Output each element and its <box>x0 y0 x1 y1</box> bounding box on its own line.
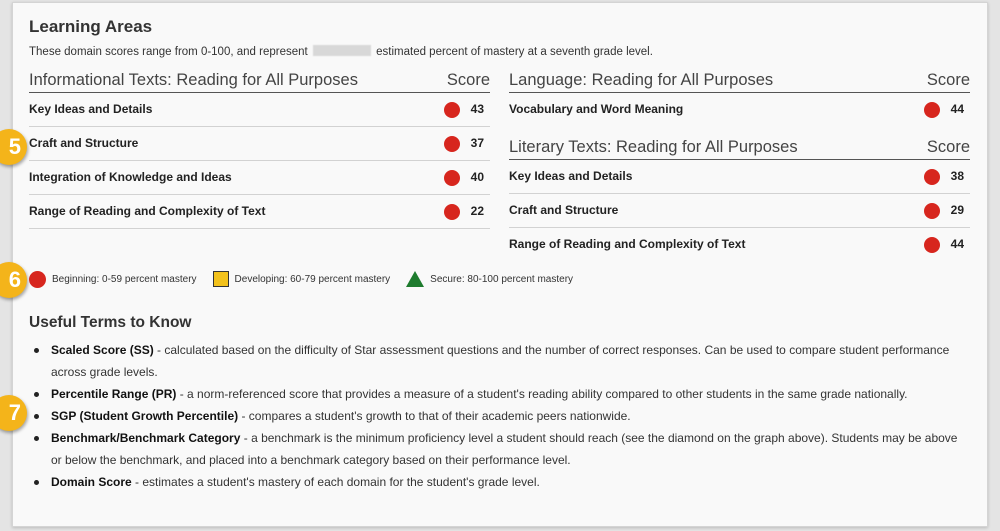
legend-label: Beginning: 0-59 percent mastery <box>52 273 197 285</box>
term-definition: - compares a student's growth to that of… <box>238 409 631 423</box>
intro-text-end: estimated percent of mastery at a sevent… <box>376 46 653 58</box>
mastery-legend: Beginning: 0-59 percent mastery Developi… <box>29 269 589 289</box>
table-row: Key Ideas and Details 43 <box>29 93 490 127</box>
domain-score: 40 <box>470 170 484 184</box>
table-header: Informational Texts: Reading for All Pur… <box>29 70 490 93</box>
term-definition: - calculated based on the difficulty of … <box>51 343 950 379</box>
legend-item-developing: Developing: 60-79 percent mastery <box>212 271 391 287</box>
legend-item-secure: Secure: 80-100 percent mastery <box>406 271 573 287</box>
beginning-status-icon <box>924 102 940 118</box>
callout-marker-5: 5 <box>0 129 27 165</box>
domain-label: Craft and Structure <box>509 203 619 217</box>
table-row: Craft and Structure 37 <box>29 127 490 161</box>
term-definition: - estimates a student's mastery of each … <box>131 475 540 489</box>
beginning-status-icon <box>444 204 460 220</box>
learning-areas-panel: 5 6 7 Learning Areas These domain scores… <box>0 2 988 527</box>
bullet-icon <box>34 414 39 419</box>
term-name: Scaled Score (SS) <box>51 343 154 357</box>
term-name: SGP (Student Growth Percentile) <box>51 409 239 423</box>
table-row: Craft and Structure 29 <box>509 194 970 228</box>
domain-label: Range of Reading and Complexity of Text <box>509 237 746 251</box>
table-row: Range of Reading and Complexity of Text … <box>509 228 970 261</box>
domain-label: Vocabulary and Word Meaning <box>509 102 684 116</box>
table-header: Language: Reading for All Purposes Score <box>509 70 970 93</box>
domain-score: 43 <box>470 102 484 116</box>
domain-score: 29 <box>950 203 964 217</box>
list-item: Scaled Score (SS) - calculated based on … <box>29 339 969 383</box>
list-item: Benchmark/Benchmark Category - a benchma… <box>29 427 969 471</box>
literary-texts-table: Literary Texts: Reading for All Purposes… <box>509 137 970 261</box>
informational-texts-table: Informational Texts: Reading for All Pur… <box>29 70 490 229</box>
terms-list: Scaled Score (SS) - calculated based on … <box>29 339 969 493</box>
table-title: Language: Reading for All Purposes <box>509 71 774 89</box>
list-item: SGP (Student Growth Percentile) - compar… <box>29 405 969 427</box>
bullet-icon <box>34 436 39 441</box>
domain-label: Key Ideas and Details <box>509 169 633 183</box>
domain-score: 22 <box>470 204 484 218</box>
beginning-status-icon <box>444 136 460 152</box>
list-item: Percentile Range (PR) - a norm-reference… <box>29 383 969 405</box>
domain-score: 37 <box>470 136 484 150</box>
beginning-status-icon <box>924 169 940 185</box>
callout-marker-7: 7 <box>0 395 27 431</box>
domain-label: Range of Reading and Complexity of Text <box>29 204 266 218</box>
beginning-status-icon <box>924 237 940 253</box>
useful-terms-heading: Useful Terms to Know <box>29 314 192 331</box>
legend-label: Secure: 80-100 percent mastery <box>430 273 574 285</box>
intro-text-start: These domain scores range from 0-100, an… <box>29 46 308 58</box>
domain-label: Craft and Structure <box>29 136 139 150</box>
table-title: Informational Texts: Reading for All Pur… <box>29 71 358 89</box>
term-name: Benchmark/Benchmark Category <box>51 431 241 445</box>
legend-label: Developing: 60-79 percent mastery <box>234 273 391 285</box>
beginning-status-icon <box>444 170 460 186</box>
table-row: Integration of Knowledge and Ideas 40 <box>29 161 490 195</box>
domain-score: 44 <box>950 237 964 251</box>
learning-areas-heading: Learning Areas <box>29 17 153 36</box>
domain-label: Integration of Knowledge and Ideas <box>29 170 232 184</box>
redacted-name <box>312 45 371 56</box>
table-header: Literary Texts: Reading for All Purposes… <box>509 137 970 160</box>
domain-score: 44 <box>950 102 964 116</box>
yellow-square-icon <box>212 271 229 287</box>
score-header: Score <box>926 71 970 89</box>
green-triangle-icon <box>406 271 425 287</box>
bullet-icon <box>34 392 39 397</box>
learning-areas-intro: These domain scores range from 0-100, an… <box>29 45 653 58</box>
legend-item-beginning: Beginning: 0-59 percent mastery <box>29 270 197 288</box>
score-header: Score <box>926 138 970 156</box>
red-circle-icon <box>29 270 46 288</box>
beginning-status-icon <box>444 102 460 118</box>
table-title: Literary Texts: Reading for All Purposes <box>509 138 798 156</box>
list-item: Domain Score - estimates a student's mas… <box>29 471 969 493</box>
term-name: Domain Score <box>51 475 132 489</box>
table-row: Range of Reading and Complexity of Text … <box>29 195 490 229</box>
term-definition: - a norm-referenced score that provides … <box>176 387 908 401</box>
term-name: Percentile Range (PR) <box>51 387 177 401</box>
domain-score: 38 <box>950 169 964 183</box>
table-row: Vocabulary and Word Meaning 44 <box>509 93 970 126</box>
table-row: Key Ideas and Details 38 <box>509 160 970 194</box>
callout-marker-6: 6 <box>0 262 27 298</box>
score-header: Score <box>446 71 490 89</box>
beginning-status-icon <box>924 203 940 219</box>
domain-label: Key Ideas and Details <box>29 102 153 116</box>
bullet-icon <box>34 480 39 485</box>
bullet-icon <box>34 348 39 353</box>
language-table: Language: Reading for All Purposes Score… <box>509 70 970 126</box>
